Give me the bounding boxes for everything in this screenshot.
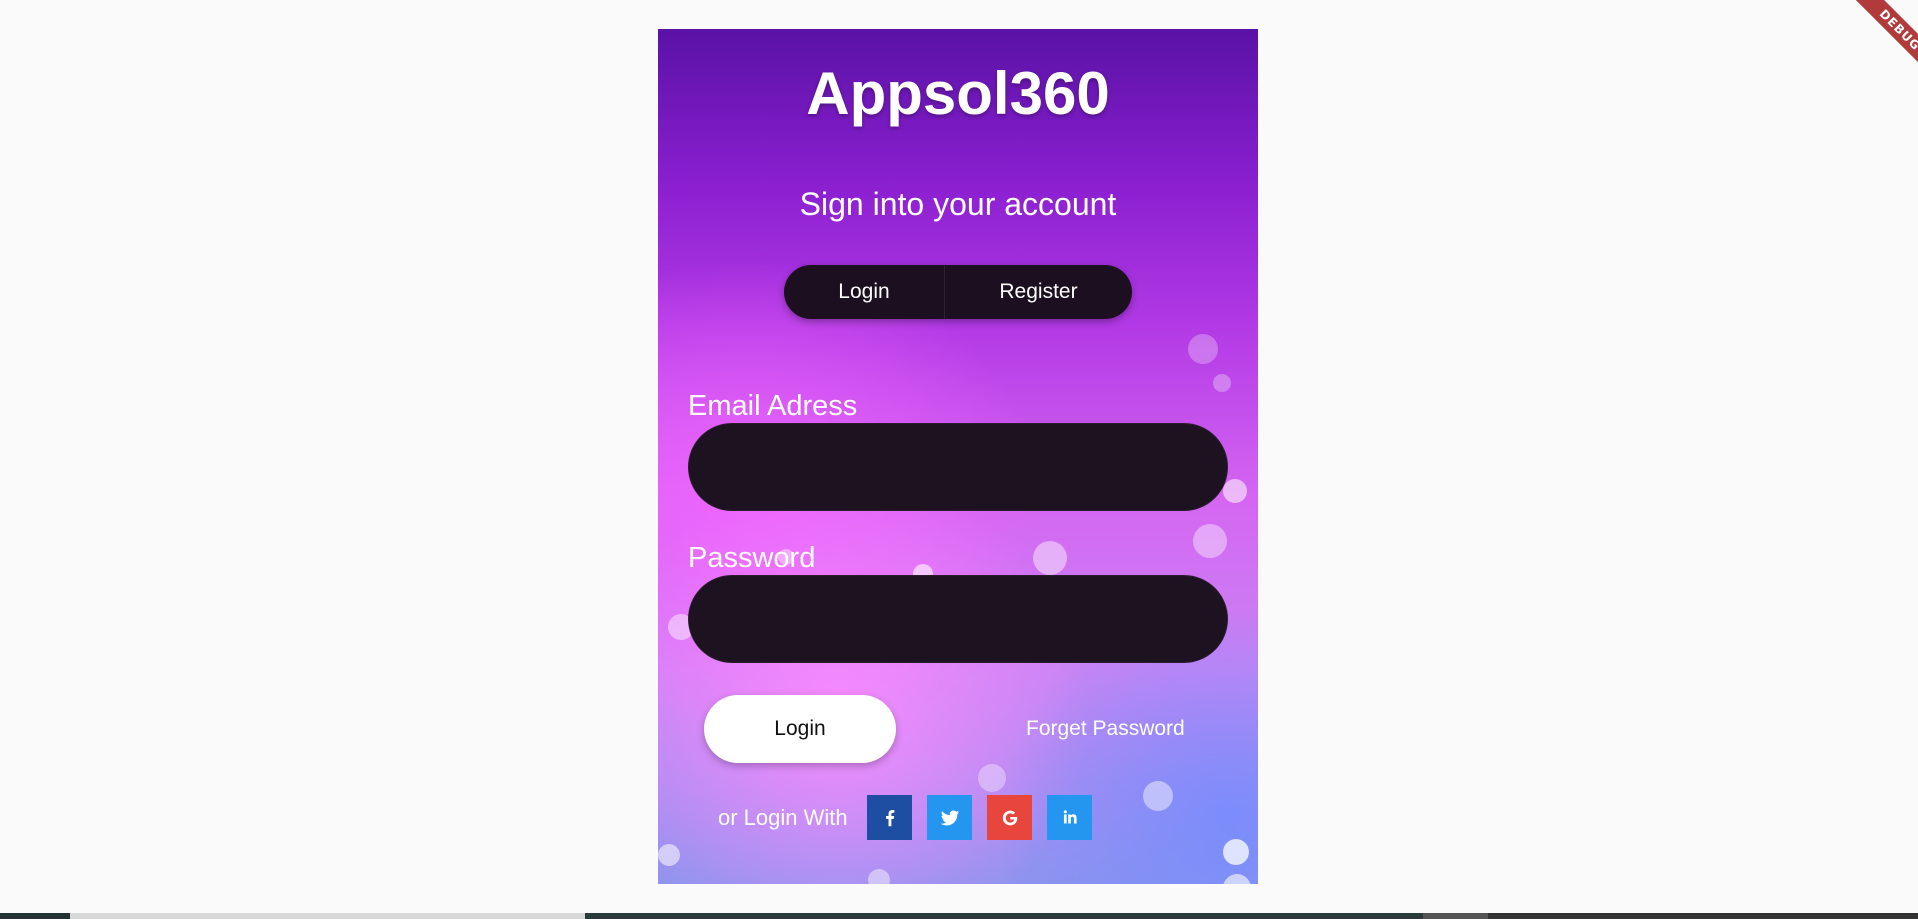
twitter-button[interactable] — [927, 795, 972, 840]
email-field[interactable] — [688, 423, 1228, 511]
linkedin-icon — [1063, 809, 1077, 823]
login-button[interactable]: Login — [704, 695, 896, 763]
auth-tab-toggle: Login Register — [784, 265, 1132, 319]
bokeh-light — [1213, 374, 1231, 392]
app-title: Appsol360 — [806, 60, 1110, 127]
password-field[interactable] — [688, 575, 1228, 663]
bokeh-light — [1188, 334, 1218, 364]
linkedin-button[interactable] — [1047, 795, 1092, 840]
page-subtitle: Sign into your account — [799, 186, 1117, 222]
google-icon — [1002, 810, 1017, 825]
bokeh-light — [868, 869, 890, 884]
forget-password-link[interactable]: Forget Password — [1026, 717, 1185, 741]
facebook-icon — [885, 809, 894, 826]
facebook-button[interactable] — [867, 795, 912, 840]
bokeh-light — [978, 764, 1006, 792]
google-button[interactable] — [987, 795, 1032, 840]
bokeh-light — [1193, 524, 1227, 558]
tab-login[interactable]: Login — [784, 265, 945, 319]
bokeh-light — [1223, 839, 1249, 865]
email-label: Email Adress — [688, 390, 858, 422]
tab-register[interactable]: Register — [945, 265, 1132, 319]
debug-banner-label: DEBUG — [1843, 0, 1918, 87]
bokeh-light — [1143, 781, 1173, 811]
debug-banner: DEBUG — [1808, 0, 1918, 110]
bokeh-light — [1033, 541, 1067, 575]
twitter-icon — [940, 809, 959, 825]
login-card: Appsol360 Sign into your account Login R… — [658, 29, 1258, 884]
bokeh-light — [658, 844, 680, 866]
bottom-taskbar-strip — [0, 913, 1918, 919]
password-label: Password — [688, 542, 816, 574]
social-login-prompt: or Login With — [718, 805, 848, 830]
bokeh-light — [1223, 874, 1251, 884]
bokeh-light — [1223, 479, 1247, 503]
